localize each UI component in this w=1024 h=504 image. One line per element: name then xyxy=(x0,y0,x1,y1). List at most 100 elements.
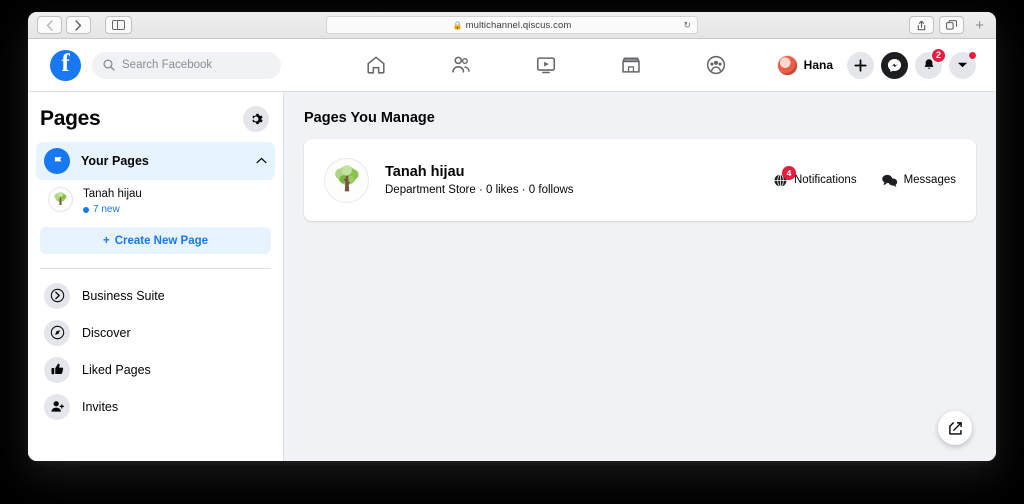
new-count-label: 7 new xyxy=(93,204,120,215)
new-tab-button[interactable]: + xyxy=(969,18,990,33)
nav-friends[interactable] xyxy=(418,45,503,85)
store-icon xyxy=(620,54,642,76)
share-button[interactable] xyxy=(909,16,934,34)
sidebar-divider xyxy=(40,268,271,269)
new-dot-icon xyxy=(83,207,89,213)
page-card[interactable]: Tanah hijau Department Store · 0 likes ·… xyxy=(304,139,976,221)
account-alert-dot xyxy=(968,51,977,60)
browser-toolbar: 🔒 multichannel.qiscus.com ↻ + xyxy=(28,12,996,39)
browser-window: 🔒 multichannel.qiscus.com ↻ + f xyxy=(28,12,996,461)
video-icon xyxy=(535,54,557,76)
messenger-icon xyxy=(887,58,902,73)
notifications-badge: 2 xyxy=(931,48,946,63)
tabs-overview-button[interactable] xyxy=(939,16,964,34)
nav-marketplace[interactable] xyxy=(588,45,673,85)
friends-icon xyxy=(450,54,472,76)
create-button[interactable] xyxy=(847,52,874,79)
sidebar-toggle-icon xyxy=(112,20,125,30)
nav-home[interactable] xyxy=(333,45,418,85)
nav-watch[interactable] xyxy=(503,45,588,85)
sidebar-page-name: Tanah hijau xyxy=(83,188,142,200)
sidebar-item-label: Business Suite xyxy=(82,289,165,303)
page-messages-button[interactable]: Messages xyxy=(881,173,956,188)
forward-button[interactable] xyxy=(66,16,91,34)
sidebar-item-label: Liked Pages xyxy=(82,363,151,377)
sidebar-item-liked-pages[interactable]: Liked Pages xyxy=(36,351,275,388)
sidebar-item-label: Your Pages xyxy=(81,154,245,168)
sidebar-item-your-pages[interactable]: Your Pages xyxy=(36,142,275,180)
main-heading: Pages You Manage xyxy=(304,110,976,126)
page-notifications-button[interactable]: 4 Notifications xyxy=(773,173,857,188)
nav-groups[interactable] xyxy=(673,45,758,85)
notifications-button[interactable]: 2 xyxy=(915,52,942,79)
tree-icon xyxy=(329,162,365,198)
tabs-overview-icon xyxy=(946,20,957,30)
main-content: Pages You Manage Tanah hijau Department … xyxy=(284,92,996,461)
page-card-title: Tanah hijau xyxy=(385,164,574,180)
chevron-up-icon[interactable] xyxy=(256,156,267,167)
page-notifications-badge: 4 xyxy=(782,166,796,180)
page-card-text: Tanah hijau Department Store · 0 likes ·… xyxy=(385,164,574,196)
tree-icon xyxy=(51,190,70,209)
screen: 🔒 multichannel.qiscus.com ↻ + f xyxy=(0,0,1024,504)
sidebar: Pages Your Pages xyxy=(28,92,284,461)
topbar-actions: Hana 2 xyxy=(774,52,976,79)
sidebar-toggle-button[interactable] xyxy=(105,16,132,34)
chevron-down-icon xyxy=(957,61,968,69)
sidebar-page-text: Tanah hijau 7 new xyxy=(83,184,142,215)
business-suite-icon xyxy=(44,283,70,309)
reload-icon[interactable]: ↻ xyxy=(683,20,691,31)
sidebar-page-entry[interactable]: Tanah hijau 7 new xyxy=(36,180,275,217)
tree-avatar xyxy=(324,158,369,203)
back-button[interactable] xyxy=(37,16,62,34)
compose-icon xyxy=(948,421,963,436)
sidebar-item-invites[interactable]: Invites xyxy=(36,388,275,425)
sidebar-item-label: Invites xyxy=(82,400,118,414)
discover-compass-icon xyxy=(44,320,70,346)
page-messages-label: Messages xyxy=(904,174,956,186)
search-input[interactable]: Search Facebook xyxy=(92,52,281,79)
address-bar[interactable]: 🔒 multichannel.qiscus.com ↻ xyxy=(326,16,698,34)
share-icon xyxy=(917,20,926,31)
chevron-right-icon xyxy=(75,20,82,31)
lock-icon: 🔒 xyxy=(453,21,463,30)
messenger-button[interactable] xyxy=(881,52,908,79)
sidebar-item-business-suite[interactable]: Business Suite xyxy=(36,277,275,314)
profile-button[interactable]: Hana xyxy=(774,52,840,79)
search-placeholder: Search Facebook xyxy=(122,59,212,71)
person-add-icon xyxy=(44,394,70,420)
compose-button[interactable] xyxy=(938,411,972,445)
home-icon xyxy=(365,54,387,76)
account-menu-button[interactable] xyxy=(949,52,976,79)
sidebar-item-discover[interactable]: Discover xyxy=(36,314,275,351)
chevron-left-icon xyxy=(46,20,53,31)
main-nav xyxy=(333,45,758,85)
facebook-logo-icon[interactable]: f xyxy=(50,50,81,81)
plus-icon xyxy=(854,59,867,72)
profile-name: Hana xyxy=(804,58,833,72)
groups-icon xyxy=(705,54,727,76)
url-text: multichannel.qiscus.com xyxy=(466,20,572,31)
sidebar-header: Pages xyxy=(36,92,275,142)
page-card-subtitle: Department Store · 0 likes · 0 follows xyxy=(385,184,574,196)
browser-toolbar-right: + xyxy=(909,16,990,34)
sidebar-page-new: 7 new xyxy=(83,204,142,215)
chat-bubbles-icon xyxy=(881,173,898,188)
page-body: Pages Your Pages xyxy=(28,92,996,461)
search-icon xyxy=(103,59,115,71)
create-new-page-button[interactable]: + Create New Page xyxy=(40,227,271,254)
gear-icon xyxy=(249,112,263,126)
settings-button[interactable] xyxy=(243,106,269,132)
page-card-actions: 4 Notifications Messages xyxy=(773,173,956,188)
page-title: Pages xyxy=(40,107,100,131)
page-notifications-label: Notifications xyxy=(794,174,857,186)
thumbs-up-icon xyxy=(44,357,70,383)
plus-icon: + xyxy=(103,235,110,247)
browser-nav-group xyxy=(37,16,132,34)
sidebar-item-label: Discover xyxy=(82,326,131,340)
flag-icon xyxy=(44,148,70,174)
tree-avatar xyxy=(48,187,73,212)
facebook-topbar: f Search Facebook xyxy=(28,39,996,92)
avatar xyxy=(777,55,798,76)
create-new-page-label: Create New Page xyxy=(115,235,208,247)
